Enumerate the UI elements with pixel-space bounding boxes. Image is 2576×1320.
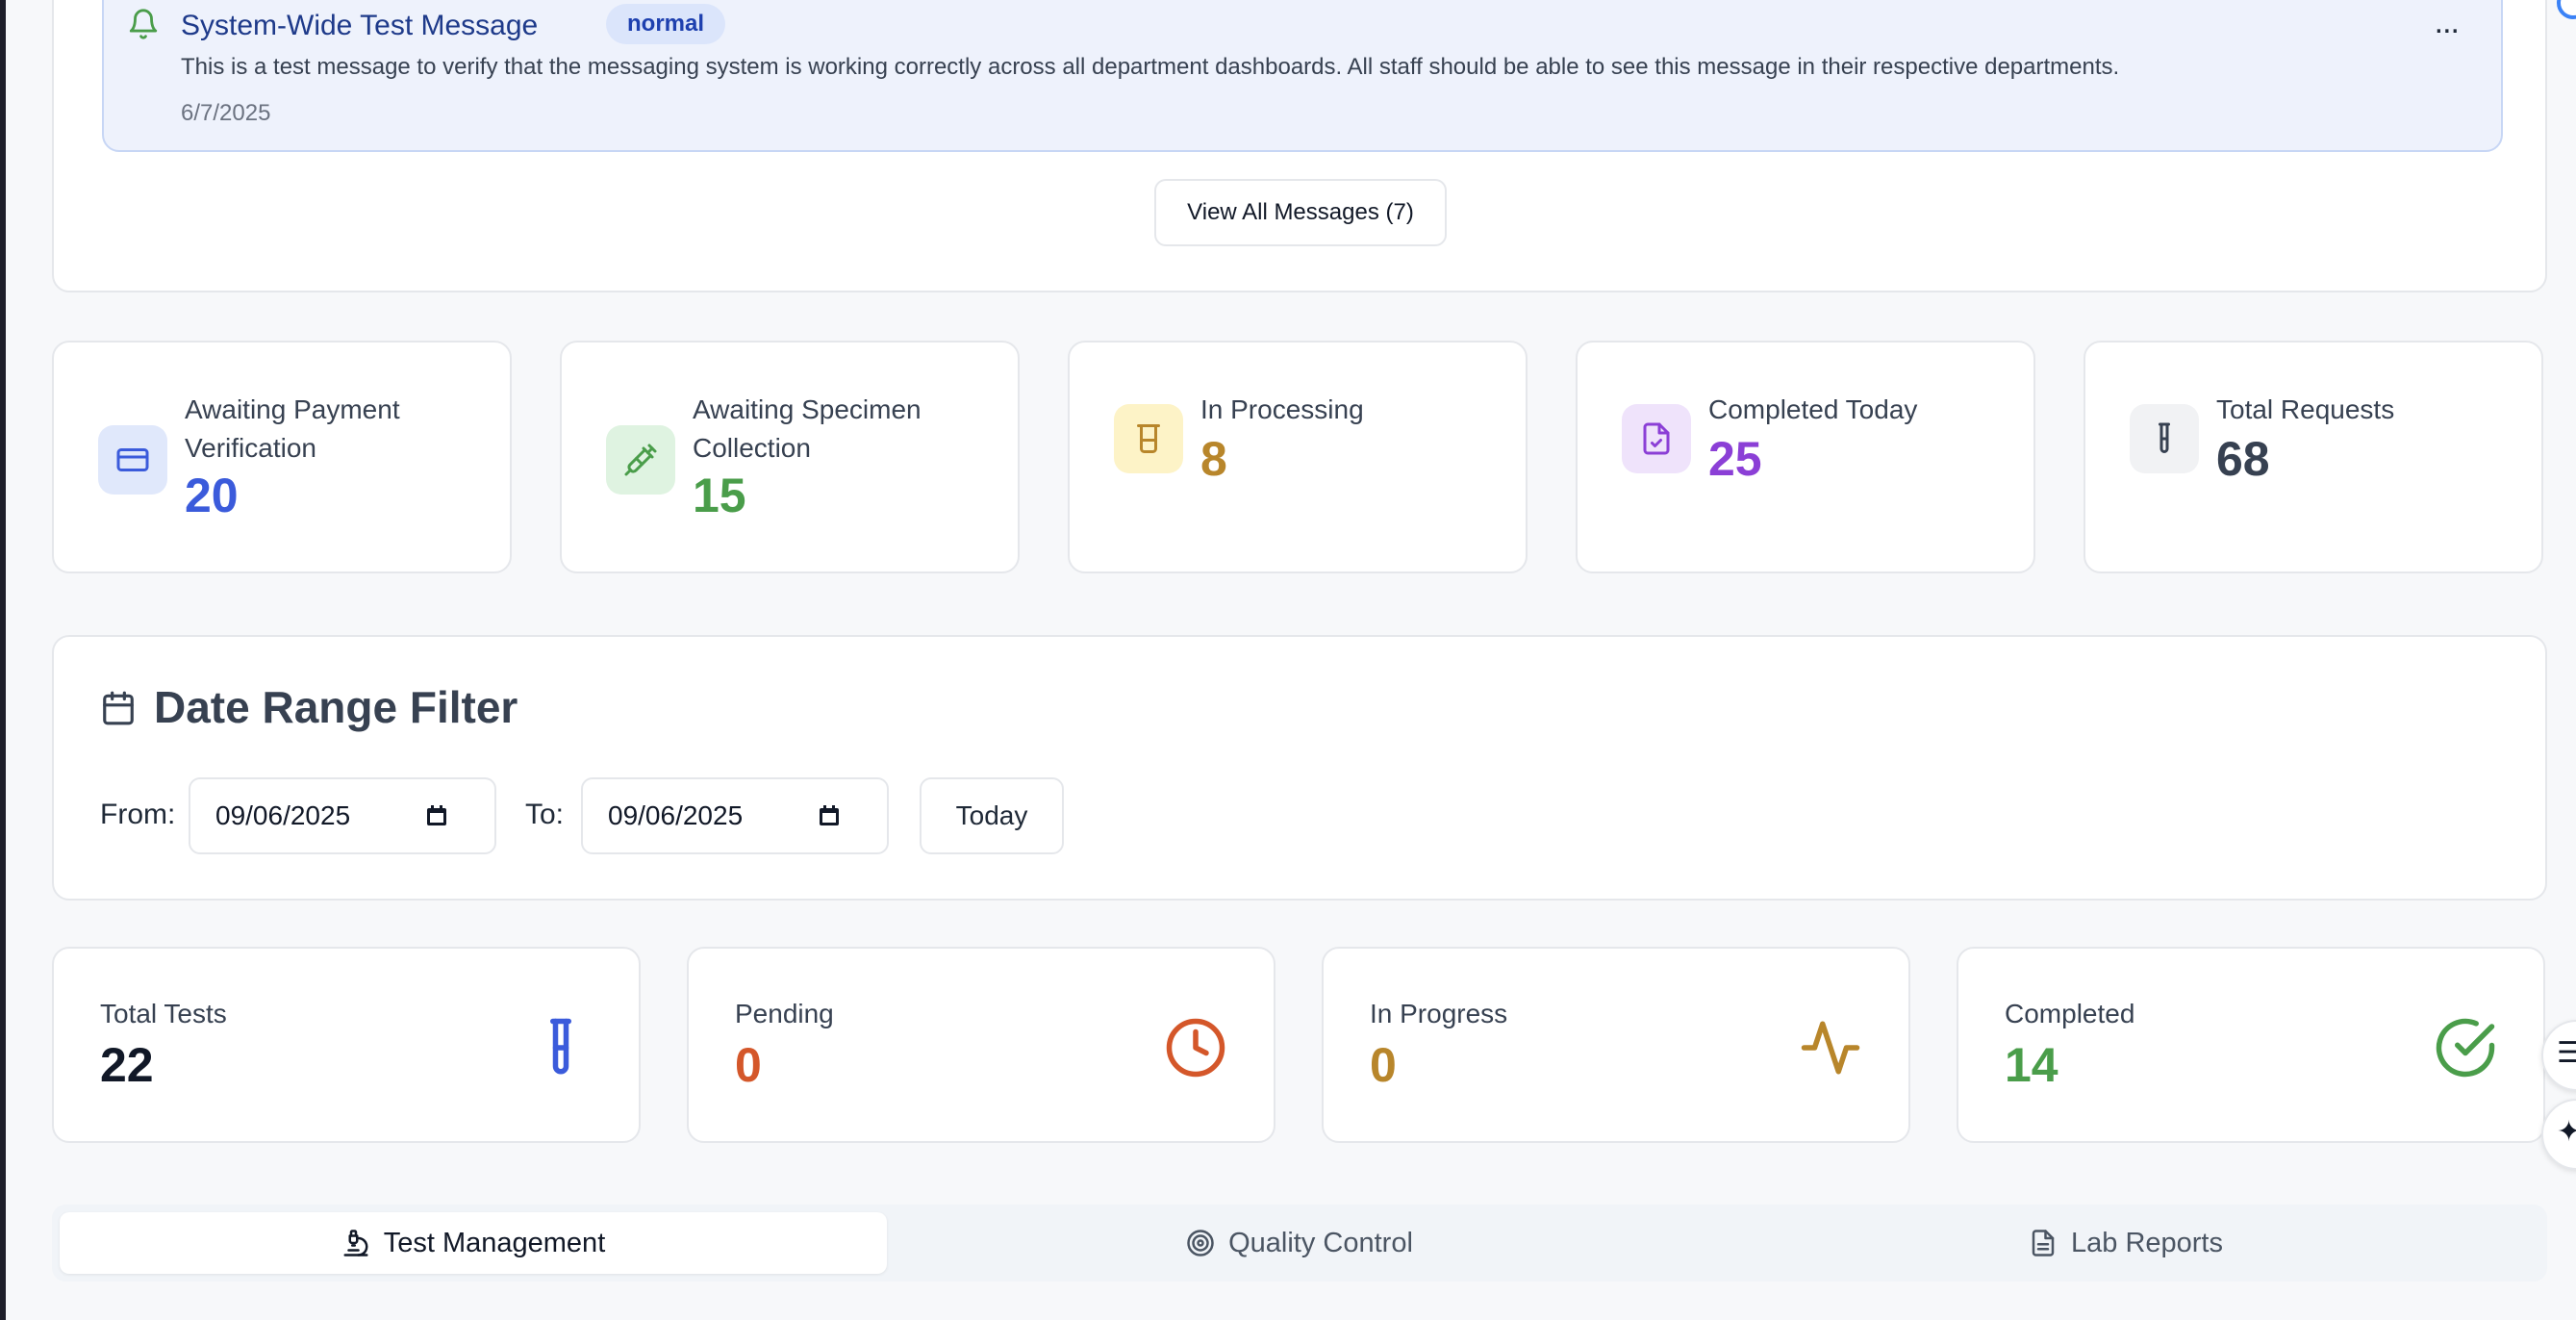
from-label: From: [100, 799, 176, 830]
tab-label: Quality Control [1228, 1227, 1413, 1258]
bell-icon [129, 9, 158, 39]
stat-label: Total Requests [2216, 394, 2395, 424]
message-date: 6/7/2025 [181, 100, 271, 126]
summary-label: Pending [735, 999, 834, 1028]
messages-panel: System-Wide Test Message normal This is … [52, 0, 2547, 292]
stat-card-completed-today[interactable]: Completed Today 25 [1576, 341, 2035, 573]
test-tube-icon [550, 1018, 571, 1075]
message-title: System-Wide Test Message [181, 10, 539, 41]
stat-card-total-requests[interactable]: Total Requests 68 [2084, 341, 2543, 573]
today-button[interactable]: Today [920, 777, 1064, 854]
stat-value: 20 [185, 469, 239, 522]
to-date-value: 09/06/2025 [608, 800, 744, 830]
tab-test-management[interactable]: Test Management [60, 1212, 887, 1274]
priority-badge: normal [606, 4, 726, 44]
message-card[interactable]: System-Wide Test Message normal This is … [102, 0, 2503, 152]
calendar-picker-icon[interactable] [818, 804, 841, 827]
stat-card-awaiting-specimen[interactable]: Awaiting Specimen Collection 15 [560, 341, 1020, 573]
summary-value: 0 [1370, 1038, 1397, 1092]
from-date-value: 09/06/2025 [215, 800, 351, 830]
chat-icon: ☰ [2557, 1037, 2576, 1069]
summary-card-completed[interactable]: Completed 14 [1957, 947, 2545, 1143]
window-edge [0, 0, 6, 1320]
view-all-messages-button[interactable]: View All Messages (7) [1154, 179, 1447, 246]
tab-label: Test Management [383, 1227, 606, 1258]
floating-widget-dot[interactable] [2557, 0, 2576, 19]
stat-value: 15 [693, 469, 746, 522]
calendar-picker-icon[interactable] [425, 804, 448, 827]
stat-label: Awaiting Payment Verification [185, 394, 400, 463]
to-date-input[interactable]: 09/06/2025 [581, 777, 889, 854]
stat-label: Completed Today [1708, 394, 1918, 424]
to-label: To: [525, 799, 565, 830]
summary-label: Total Tests [100, 999, 227, 1028]
microscope-icon [343, 1230, 368, 1257]
calendar-icon [103, 691, 134, 725]
activity-icon [1801, 1021, 1860, 1075]
stat-value: 68 [2216, 432, 2270, 486]
check-circle-icon [2436, 1018, 2495, 1078]
stat-value: 8 [1200, 432, 1227, 486]
tab-lab-reports[interactable]: Lab Reports [1712, 1212, 2539, 1274]
summary-value: 14 [2005, 1038, 2058, 1092]
syringe-icon [606, 425, 675, 495]
credit-card-icon [98, 425, 167, 495]
stat-label: In Processing [1200, 394, 1364, 424]
section-tabs: Test Management Quality Control Lab Repo… [52, 1205, 2547, 1282]
stat-label: Awaiting Specimen Collection [693, 394, 922, 463]
sparkle-icon: ✦ [2557, 1116, 2576, 1148]
filter-title: Date Range Filter [154, 682, 518, 732]
summary-value: 22 [100, 1038, 154, 1092]
summary-label: Completed [2005, 999, 2135, 1028]
summary-label: In Progress [1370, 999, 1508, 1028]
stat-card-in-processing[interactable]: In Processing 8 [1068, 341, 1528, 573]
floating-ai-button[interactable]: ✦ [2541, 1099, 2576, 1170]
summary-card-pending[interactable]: Pending 0 [687, 947, 1275, 1143]
target-icon [1187, 1230, 1214, 1257]
clock-icon [1166, 1018, 1225, 1078]
summary-card-total-tests[interactable]: Total Tests 22 [52, 947, 641, 1143]
from-date-input[interactable]: 09/06/2025 [189, 777, 496, 854]
test-tube-icon [2130, 404, 2199, 473]
beaker-icon [1114, 404, 1183, 473]
file-check-icon [1622, 404, 1691, 473]
stat-value: 25 [1708, 432, 1762, 486]
more-options-icon[interactable]: ... [2435, 6, 2460, 38]
summary-value: 0 [735, 1038, 762, 1092]
floating-chat-button[interactable]: ☰ [2541, 1020, 2576, 1091]
document-icon [2032, 1230, 2055, 1257]
date-range-filter: Date Range Filter From: 09/06/2025 To: 0… [52, 635, 2547, 901]
tab-label: Lab Reports [2071, 1227, 2223, 1258]
summary-card-in-progress[interactable]: In Progress 0 [1322, 947, 1910, 1143]
stat-card-awaiting-payment[interactable]: Awaiting Payment Verification 20 [52, 341, 512, 573]
message-body: This is a test message to verify that th… [181, 54, 2120, 80]
tab-quality-control[interactable]: Quality Control [886, 1212, 1713, 1274]
